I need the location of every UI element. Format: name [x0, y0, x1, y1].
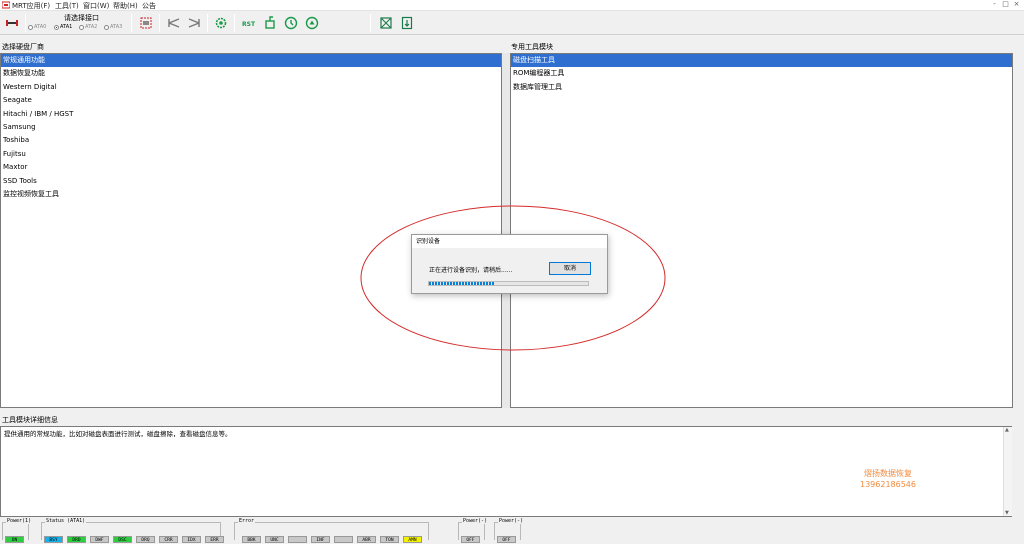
device-icon [265, 16, 275, 29]
disk-icon [6, 20, 18, 26]
radio-dot [104, 24, 109, 30]
port-radio-ata0[interactable]: ATA0 [28, 24, 46, 30]
read-button[interactable] [185, 14, 203, 32]
list-item[interactable]: Toshiba [1, 134, 501, 147]
list-item[interactable]: 数据库管理工具 [511, 81, 1012, 94]
menu-item-tools[interactable]: 工具(T) [55, 1, 79, 11]
port-radio-ata3[interactable]: ATA3 [104, 24, 122, 30]
list-item[interactable]: Western Digital [1, 81, 501, 94]
app-icon [2, 1, 10, 9]
list-item[interactable]: SSD Tools [1, 175, 501, 188]
progress-fill [429, 282, 495, 285]
toolbar: 请选择接口 ATA0 ATA1 ATA2 ATA3 RST [0, 11, 1024, 35]
list-item[interactable]: ROM编程器工具 [511, 67, 1012, 80]
list-item[interactable]: 监控视频恢复工具 [1, 188, 501, 201]
drive-select-icon [140, 17, 152, 29]
port-label-ata3: ATA3 [110, 24, 123, 30]
toolbar-separator [234, 14, 235, 32]
chip-button[interactable] [377, 14, 395, 32]
toolbar-separator [207, 14, 208, 32]
window-controls: - □ × [989, 0, 1022, 11]
maximize-button[interactable]: □ [1000, 0, 1011, 11]
export-icon [401, 16, 413, 30]
scroll-up-icon: ▲ [1005, 427, 1009, 433]
error-group: Error BBK UNC INF ABR TON AMN [234, 518, 429, 543]
toolbar-separator [25, 14, 26, 32]
right-panel-title: 专用工具模块 [511, 43, 553, 51]
menu-item-app[interactable]: MRT应用(F) [12, 1, 50, 11]
write-button[interactable] [165, 14, 183, 32]
port-label-ata0: ATA0 [34, 24, 47, 30]
watermark-name: 熠扬数据恢复 [864, 469, 912, 478]
identify-device-dialog: 识别设备 正在进行设备识别，请稍后...... 取消 [411, 234, 608, 294]
power2-group: Power(-) OFF [458, 518, 489, 543]
svg-text:RST: RST [242, 21, 256, 28]
list-item[interactable]: 常规通用功能 [1, 54, 501, 68]
watermark-phone: 13962186546 [860, 480, 916, 489]
power3-group: Power(-) OFF [494, 518, 525, 543]
status-label: Status (ATA1) [45, 518, 87, 524]
list-item[interactable]: Seagate [1, 94, 501, 107]
progress-bar [428, 281, 589, 286]
list-item[interactable]: Fujitsu [1, 148, 501, 161]
power1-label: Power(1) [6, 518, 33, 524]
status-group: Status (ATA1) BSY DRD DWF DSC DRQ CRR IDX ERR [41, 518, 224, 543]
refresh-button[interactable] [282, 14, 300, 32]
list-item[interactable]: Samsung [1, 121, 501, 134]
disk-button[interactable] [3, 14, 21, 32]
refresh-icon [284, 16, 298, 30]
menu-bar: MRT应用(F) 工具(T) 窗口(W) 帮助(H) 公告 - □ × [0, 0, 1024, 11]
settings-icon [215, 17, 227, 29]
menu-item-window[interactable]: 窗口(W) [83, 1, 109, 11]
reset-icon: RST [242, 21, 256, 28]
radio-dot [79, 24, 84, 30]
error-label: Error [238, 518, 256, 524]
toolbar-separator [159, 14, 160, 32]
menu-item-help[interactable]: 帮助(H) [113, 1, 138, 11]
minimize-button[interactable]: - [989, 0, 1000, 11]
select-drive-button[interactable] [137, 14, 155, 32]
close-button[interactable]: × [1011, 0, 1022, 11]
device-button[interactable] [261, 14, 279, 32]
detail-text: 提供通用的常规功能，比如对磁盘表面进行测试，磁盘擦除，查看磁盘信息等。 [4, 430, 232, 438]
dialog-message: 正在进行设备识别，请稍后...... [429, 267, 513, 274]
list-item[interactable]: Maxtor [1, 161, 501, 174]
cancel-button[interactable]: 取消 [549, 262, 591, 275]
port-label-ata1: ATA1 [60, 24, 73, 30]
scroll-down-icon: ▼ [1005, 510, 1009, 516]
list-item[interactable]: Hitachi / IBM / HGST [1, 108, 501, 121]
port-label-ata2: ATA2 [85, 24, 98, 30]
port-radio-ata1[interactable]: ATA1 [54, 24, 72, 30]
power-icon [305, 16, 319, 30]
power3-label: Power(-) [498, 518, 525, 524]
detail-title: 工具模块详细信息 [2, 416, 58, 424]
read-arrows-icon [188, 18, 200, 28]
reset-button[interactable]: RST [240, 14, 258, 32]
radio-dot [28, 24, 33, 30]
chip-icon [380, 17, 392, 29]
settings-button[interactable] [212, 14, 230, 32]
list-item[interactable]: 磁盘扫描工具 [511, 54, 1012, 68]
list-item[interactable]: 数据恢复功能 [1, 67, 501, 80]
power-button[interactable] [303, 14, 321, 32]
menu-item-notice[interactable]: 公告 [142, 1, 156, 11]
dialog-title: 识别设备 [412, 235, 607, 248]
export-button[interactable] [398, 14, 416, 32]
radio-dot [54, 24, 59, 30]
toolbar-separator [131, 14, 132, 32]
left-panel-title: 选择硬盘厂商 [2, 43, 44, 51]
toolbar-separator [370, 14, 371, 32]
port-radio-ata2[interactable]: ATA2 [79, 24, 97, 30]
port-label: 请选择接口 [64, 14, 99, 22]
power2-label: Power(-) [462, 518, 489, 524]
watermark: 熠扬数据恢复 13962186546 [860, 468, 916, 490]
write-arrows-icon [168, 18, 180, 28]
power1-group: Power(1) ON [2, 518, 33, 543]
detail-scrollbar[interactable]: ▲ ▼ [1003, 427, 1012, 516]
status-bar: Power(1) ON Status (ATA1) BSY DRD DWF DSC DRQ C… [0, 518, 1024, 543]
